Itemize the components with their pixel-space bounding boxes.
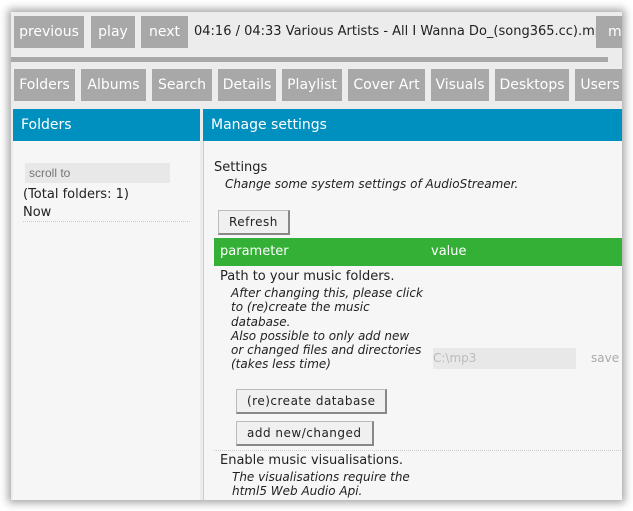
help-text: Also possible to only add new bbox=[231, 328, 410, 343]
tab-desktops[interactable]: Desktops bbox=[495, 69, 569, 101]
settings-subtitle: Change some system settings of AudioStre… bbox=[225, 177, 519, 191]
save-link[interactable]: save bbox=[591, 351, 619, 365]
tab-details[interactable]: Details bbox=[218, 69, 276, 101]
recreate-database-button[interactable]: (re)create database bbox=[236, 389, 388, 414]
help-text: html5 Web Audio Api. bbox=[232, 484, 363, 499]
help-text: (takes less time) bbox=[231, 357, 331, 372]
settings-title: Settings bbox=[214, 160, 268, 175]
col-parameter: parameter bbox=[220, 244, 289, 259]
tab-cover-art[interactable]: Cover Art bbox=[348, 69, 425, 101]
tab-playlist[interactable]: Playlist bbox=[282, 69, 342, 101]
app-window: previous play next 04:16 / 04:33 Various… bbox=[11, 12, 622, 500]
settings-panel: Settings Change some system settings of … bbox=[203, 141, 622, 500]
tab-folders[interactable]: Folders bbox=[14, 69, 75, 101]
tab-visuals[interactable]: Visuals bbox=[431, 69, 489, 101]
row-label: Path to your music folders. bbox=[220, 269, 395, 284]
previous-button[interactable]: previous bbox=[14, 16, 84, 48]
settings-header: Manage settings bbox=[203, 109, 622, 141]
help-text: database. bbox=[231, 314, 291, 329]
now-playing: 04:16 / 04:33 Various Artists - All I Wa… bbox=[194, 24, 612, 39]
col-value: value bbox=[431, 244, 467, 259]
row-label: Enable music visualisations. bbox=[220, 453, 404, 468]
table-header: parameter value bbox=[214, 238, 622, 266]
help-text: After changing this, please click bbox=[231, 286, 423, 300]
add-new-changed-button[interactable]: add new/changed bbox=[236, 421, 374, 446]
progress-bar[interactable] bbox=[11, 57, 608, 62]
scroll-to-input[interactable] bbox=[25, 163, 170, 183]
help-text: to (re)create the music bbox=[231, 300, 370, 315]
row-divider bbox=[214, 450, 622, 451]
help-text: The visualisations require the bbox=[232, 470, 410, 484]
music-path-input[interactable]: C:\mp3 bbox=[433, 348, 576, 369]
next-button[interactable]: next bbox=[141, 16, 188, 48]
tab-albums[interactable]: Albums bbox=[81, 69, 146, 101]
help-text: or changed files and directories bbox=[231, 343, 422, 358]
tab-users[interactable]: Users bbox=[575, 69, 622, 101]
folders-header: Folders bbox=[13, 109, 200, 141]
folders-panel: (Total folders: 1) Now bbox=[13, 141, 200, 500]
tab-search[interactable]: Search bbox=[152, 69, 212, 101]
play-button[interactable]: play bbox=[91, 16, 135, 48]
more-button[interactable]: m bbox=[596, 16, 622, 48]
refresh-button[interactable]: Refresh bbox=[218, 210, 290, 235]
total-folders: (Total folders: 1) bbox=[23, 187, 129, 202]
folder-item[interactable]: Now bbox=[23, 205, 190, 222]
